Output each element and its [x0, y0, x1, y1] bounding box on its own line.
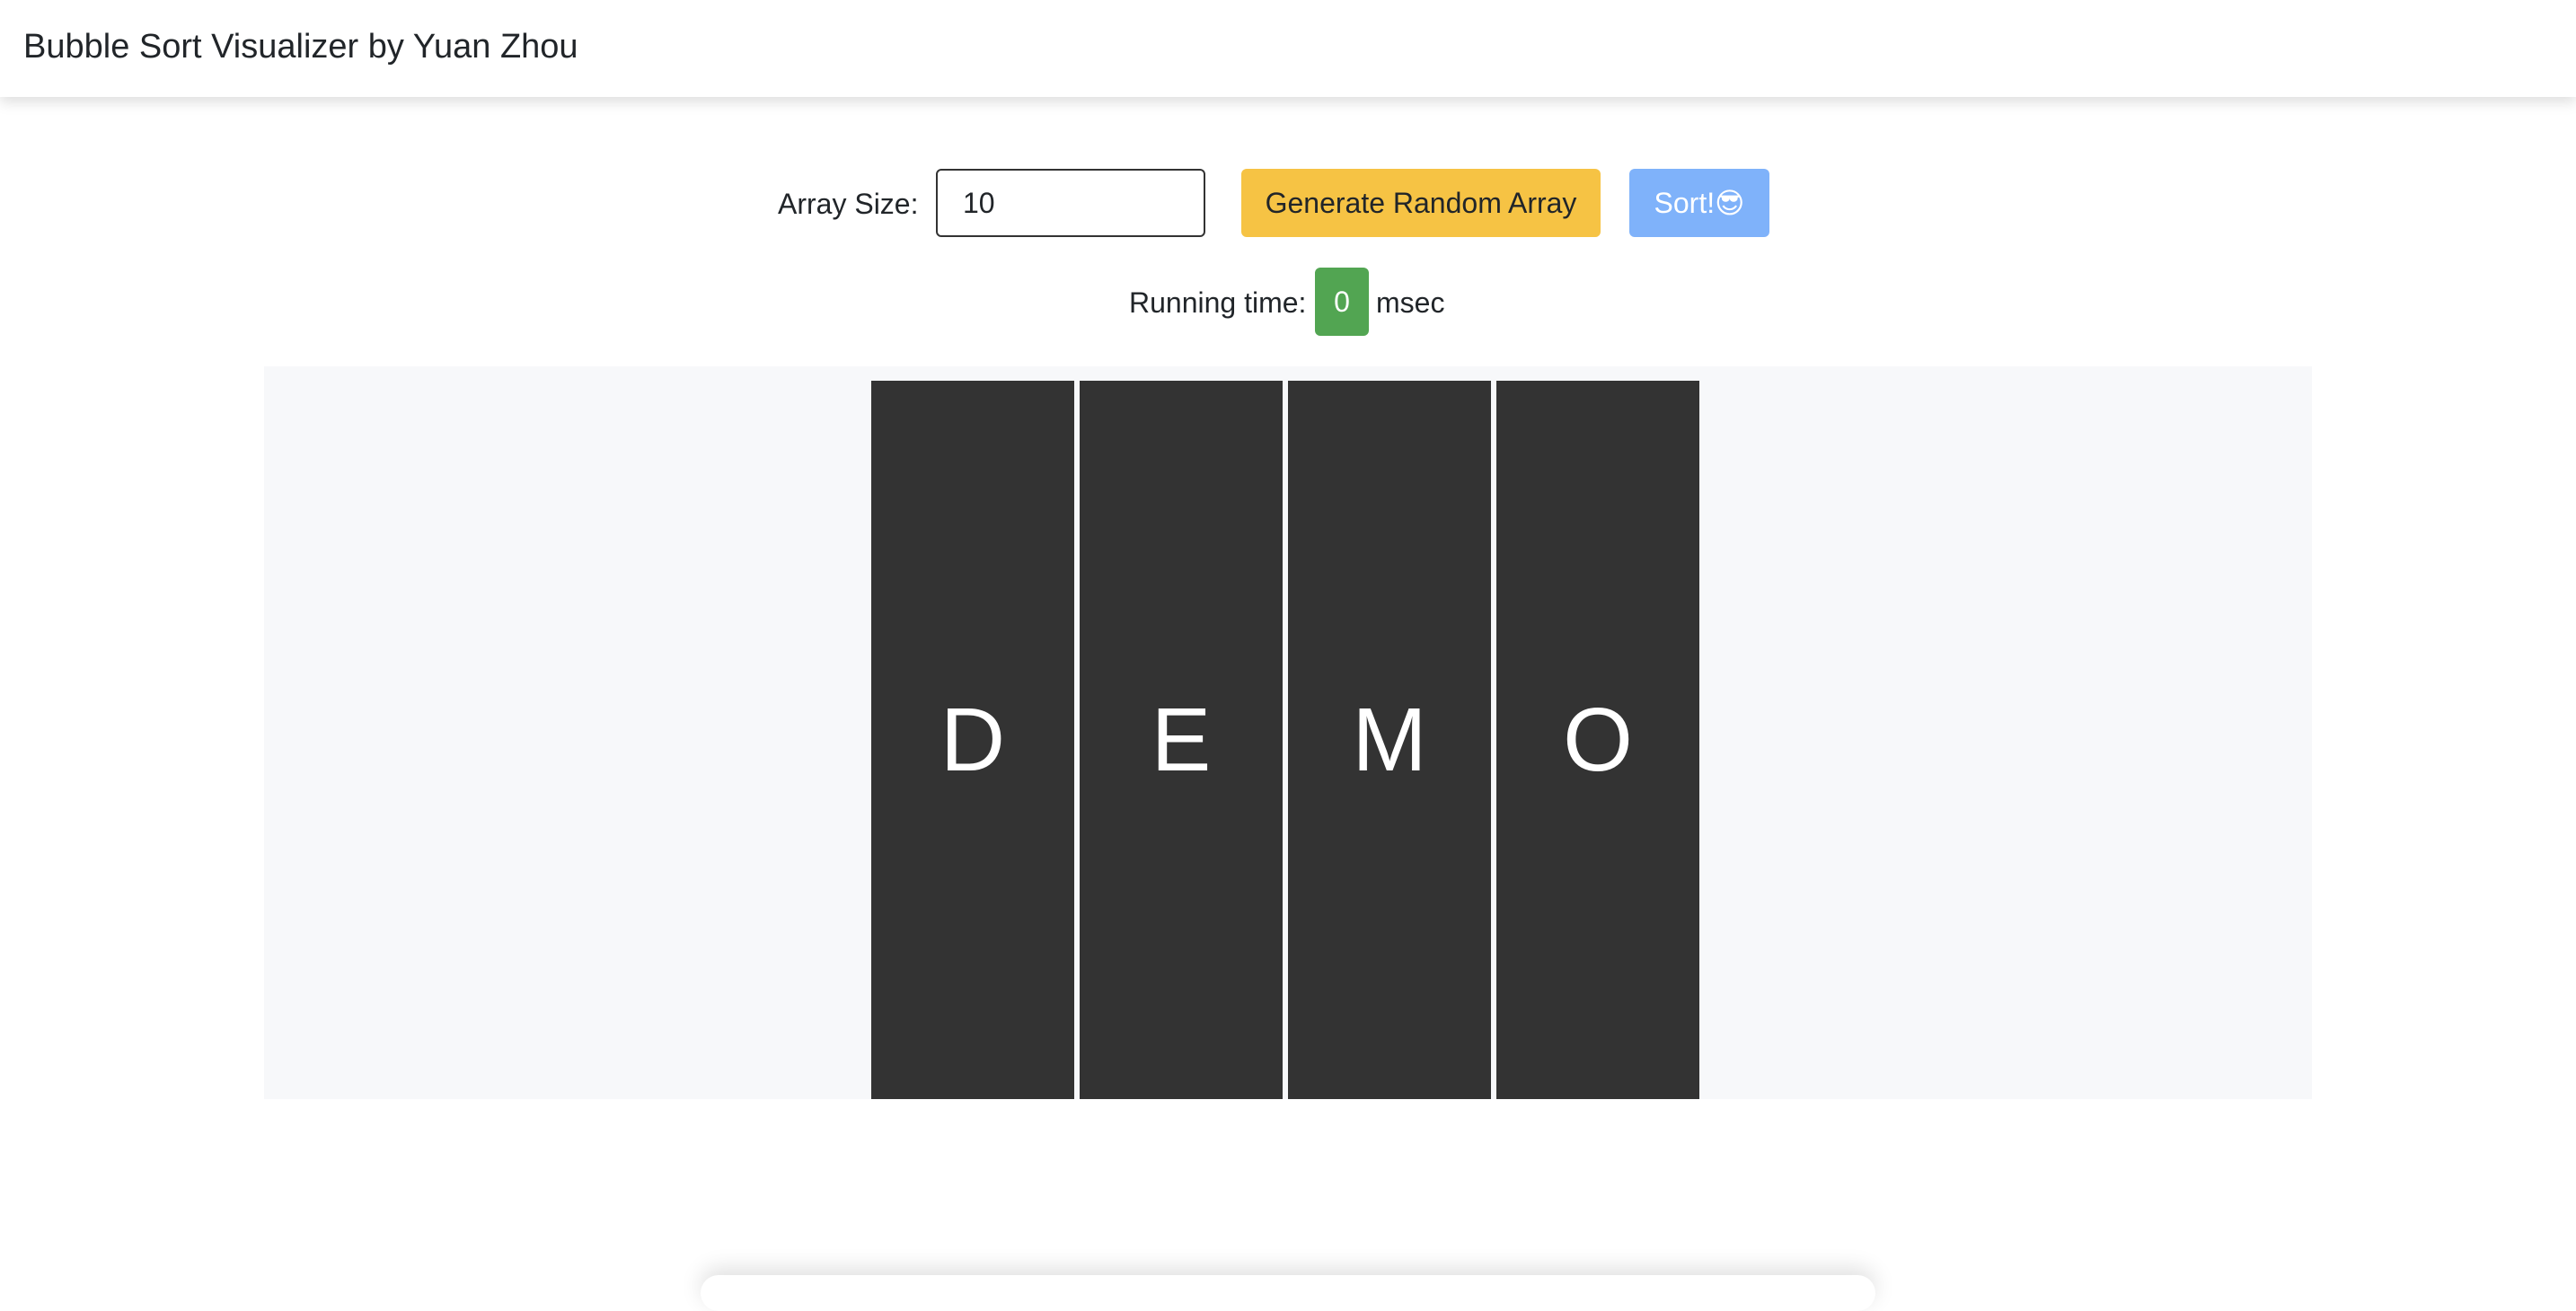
array-bar: E	[1080, 381, 1283, 1099]
array-bar: O	[1496, 381, 1699, 1099]
generate-random-array-button[interactable]: Generate Random Array	[1241, 169, 1601, 237]
running-time-row: Running time: 0 msec	[0, 268, 2576, 336]
footer-panel	[701, 1275, 1875, 1311]
app-title[interactable]: Bubble Sort Visualizer by Yuan Zhou	[23, 25, 578, 68]
array-size-input[interactable]	[936, 169, 1205, 237]
array-size-label: Array Size:	[778, 188, 919, 220]
running-time-badge: 0	[1315, 268, 1369, 336]
visualization-area: D E M O	[264, 366, 2312, 1099]
array-bar: D	[871, 381, 1074, 1099]
controls-bar: Array Size: Generate Random Array Sort!😎	[0, 169, 2576, 237]
running-time-label: Running time:	[1129, 286, 1307, 319]
sort-button[interactable]: Sort!😎	[1629, 169, 1769, 237]
running-time-unit: msec	[1376, 286, 1445, 319]
navbar: Bubble Sort Visualizer by Yuan Zhou	[0, 0, 2576, 97]
bars-container: D E M O	[871, 381, 1701, 1099]
array-bar: M	[1288, 381, 1491, 1099]
